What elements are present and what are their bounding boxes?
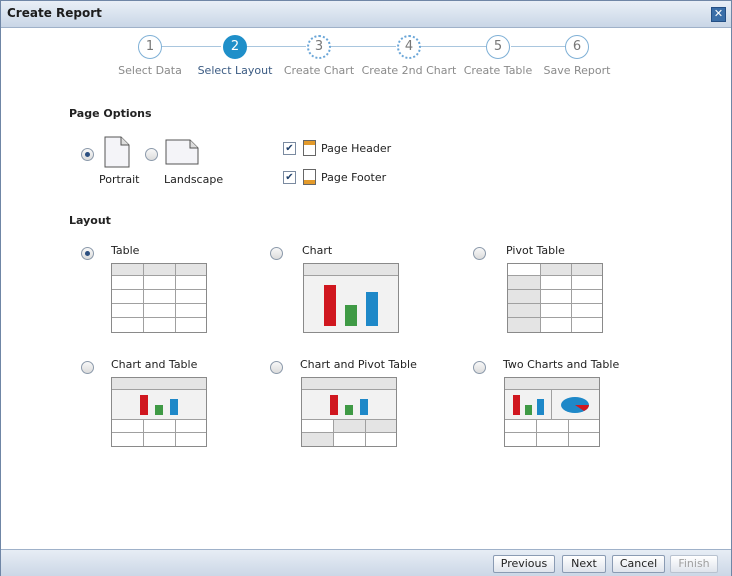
- layout-chart-and-table-label: Chart and Table: [111, 358, 198, 371]
- close-icon[interactable]: ✕: [711, 7, 726, 22]
- chart-and-table-layout-thumbnail[interactable]: [111, 377, 207, 447]
- page-header-label: Page Header: [321, 142, 392, 155]
- page-footer-label: Page Footer: [321, 171, 387, 184]
- layout-table-radio[interactable]: [81, 247, 94, 260]
- step-number: 5: [486, 35, 510, 59]
- table-layout-thumbnail[interactable]: [111, 263, 207, 333]
- portrait-label: Portrait: [99, 173, 140, 186]
- create-report-dialog: Create Report ✕ 1 Select Data 2 Select L…: [0, 0, 732, 576]
- layout-chart-radio[interactable]: [270, 247, 283, 260]
- dialog-footer: Previous Next Cancel Finish: [1, 549, 731, 576]
- layout-pivot-table-label: Pivot Table: [506, 244, 565, 257]
- layout-heading: Layout: [69, 214, 111, 227]
- chart-and-pivot-table-layout-thumbnail[interactable]: [301, 377, 397, 447]
- layout-chart-label: Chart: [302, 244, 333, 257]
- layout-chart-and-pivot-table-radio[interactable]: [270, 361, 283, 374]
- wizard-step-save-report[interactable]: 6 Save Report: [522, 35, 632, 77]
- step-number: 4: [397, 35, 421, 59]
- step-number: 6: [565, 35, 589, 59]
- cancel-button[interactable]: Cancel: [612, 555, 665, 573]
- title-bar: Create Report ✕: [1, 1, 731, 28]
- layout-two-charts-and-table-label: Two Charts and Table: [503, 358, 620, 371]
- page-options-heading: Page Options: [69, 107, 152, 120]
- step-number: 1: [138, 35, 162, 59]
- page-footer-icon: [303, 169, 316, 185]
- layout-two-charts-and-table-radio[interactable]: [473, 361, 486, 374]
- layout-table-label: Table: [111, 244, 140, 257]
- chart-layout-thumbnail[interactable]: [303, 263, 399, 333]
- step-number: 3: [307, 35, 331, 59]
- wizard-train: 1 Select Data 2 Select Layout 3 Create C…: [1, 31, 731, 91]
- page-header-icon: [303, 140, 316, 156]
- pivot-table-layout-thumbnail[interactable]: [507, 263, 603, 333]
- page-footer-checkbox[interactable]: ✔: [283, 171, 296, 184]
- portrait-page-icon: [104, 136, 130, 168]
- dialog-title: Create Report: [7, 6, 102, 20]
- portrait-radio[interactable]: [81, 148, 94, 161]
- landscape-label: Landscape: [164, 173, 224, 186]
- two-charts-and-table-layout-thumbnail[interactable]: [504, 377, 600, 447]
- step-label: Save Report: [543, 64, 611, 77]
- page-header-checkbox[interactable]: ✔: [283, 142, 296, 155]
- layout-chart-and-pivot-table-label: Chart and Pivot Table: [300, 358, 417, 371]
- landscape-radio[interactable]: [145, 148, 158, 161]
- finish-button: Finish: [670, 555, 718, 573]
- layout-pivot-table-radio[interactable]: [473, 247, 486, 260]
- next-button[interactable]: Next: [562, 555, 606, 573]
- step-number: 2: [223, 35, 247, 59]
- landscape-page-icon: [165, 139, 199, 165]
- previous-button[interactable]: Previous: [493, 555, 555, 573]
- layout-chart-and-table-radio[interactable]: [81, 361, 94, 374]
